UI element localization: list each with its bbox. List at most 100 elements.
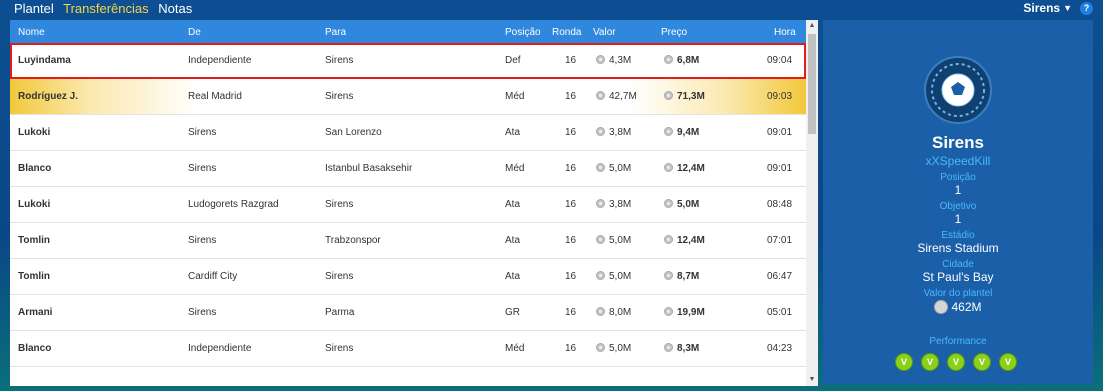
cell-posicao: Ata xyxy=(505,127,520,138)
cell-preco-text: 19,9M xyxy=(677,307,705,318)
cell-nome: Blanco xyxy=(18,163,51,174)
cell-para-text: Sirens xyxy=(325,271,354,282)
cell-para-text: Istanbul Basaksehir xyxy=(325,163,413,174)
valor-plantel-amount: 462M xyxy=(951,300,982,314)
scroll-thumb[interactable] xyxy=(808,34,816,134)
performance-win-badge: V xyxy=(973,353,991,371)
table-header: Nome De Para Posição Ronda Valor Preço H… xyxy=(10,20,806,43)
coin-icon xyxy=(664,163,673,172)
cell-posicao-text: Méd xyxy=(505,91,525,102)
cell-nome-text: Tomlin xyxy=(18,271,51,282)
cell-de-text: Sirens xyxy=(188,163,217,174)
cell-hora: 07:01 xyxy=(767,235,792,246)
cell-de-text: Independiente xyxy=(188,343,252,354)
table-row[interactable]: Luyindama Independiente Sirens Def 16 4,3M 6,8… xyxy=(10,43,806,79)
cell-para-text: San Lorenzo xyxy=(325,127,382,138)
help-icon[interactable]: ? xyxy=(1080,1,1093,15)
tab-notas[interactable]: Notas xyxy=(158,1,192,16)
cell-hora: 06:47 xyxy=(767,271,792,282)
header-de[interactable]: De xyxy=(188,27,201,38)
objetivo-label: Objetivo xyxy=(939,201,977,212)
table-row[interactable]: Rodríguez J. Real Madrid Sirens Méd 16 42,7M 7… xyxy=(10,79,806,115)
cell-posicao: GR xyxy=(505,307,520,318)
table-row[interactable]: Lukoki Ludogorets Razgrad Sirens Ata 16 3,8M 5… xyxy=(10,187,806,223)
cell-valor: 3,8M xyxy=(596,199,631,210)
cell-ronda-text: 16 xyxy=(565,55,577,66)
header-hora[interactable]: Hora xyxy=(774,27,796,38)
table-row[interactable]: Tomlin Cardiff City Sirens Ata 16 5,0M 8,7M 06:… xyxy=(10,259,806,295)
performance-win-badge: V xyxy=(999,353,1017,371)
header-posicao[interactable]: Posição xyxy=(505,27,541,38)
table-row[interactable]: Lukoki Sirens San Lorenzo Ata 16 3,8M 9,4M 09:0… xyxy=(10,115,806,151)
header-valor[interactable]: Valor xyxy=(593,27,616,38)
coin-icon xyxy=(664,235,673,244)
header-para[interactable]: Para xyxy=(325,27,346,38)
cell-posicao: Ata xyxy=(505,271,520,282)
table-row[interactable]: Blanco Independiente Sirens Méd 16 5,0M 8,3M 04… xyxy=(10,331,806,367)
scroll-up-arrow-icon[interactable]: ▲ xyxy=(806,20,818,32)
cell-valor-text: 5,0M xyxy=(609,163,632,174)
table-row[interactable]: Blanco Sirens Istanbul Basaksehir Méd 16 5,0M… xyxy=(10,151,806,187)
table-row[interactable]: Armani Sirens Parma GR 16 8,0M 19,9M 05:01 xyxy=(10,295,806,331)
cell-valor-text: 3,8M xyxy=(609,127,632,138)
header-nome[interactable]: Nome xyxy=(18,27,45,38)
cell-preco: 9,4M xyxy=(664,127,699,138)
transfers-table: Nome De Para Posição Ronda Valor Preço H… xyxy=(10,20,818,386)
header-preco[interactable]: Preço xyxy=(661,27,687,38)
cell-nome: Tomlin xyxy=(18,271,50,282)
header-ronda[interactable]: Ronda xyxy=(552,27,581,38)
cell-nome-text: Luyindama xyxy=(18,55,71,66)
cell-de: Independiente xyxy=(188,343,251,354)
cell-ronda: 16 xyxy=(565,127,576,138)
cell-preco: 8,3M xyxy=(664,343,699,354)
estadio-value: Sirens Stadium xyxy=(917,241,999,255)
performance-label: Performance xyxy=(929,336,987,347)
cell-hora-text: 08:48 xyxy=(767,199,793,210)
posicao-value: 1 xyxy=(954,183,962,197)
cell-preco-text: 9,4M xyxy=(677,127,700,138)
scroll-down-arrow-icon[interactable]: ▼ xyxy=(806,374,818,386)
tab-plantel[interactable]: Plantel xyxy=(14,1,54,16)
team-menu-label[interactable]: Sirens xyxy=(1023,1,1060,15)
cell-hora-text: 04:23 xyxy=(767,343,793,354)
cell-preco-text: 6,8M xyxy=(677,55,700,66)
table-scrollbar[interactable]: ▲ ▼ xyxy=(806,20,818,386)
cell-valor: 3,8M xyxy=(596,127,631,138)
coin-icon xyxy=(664,271,673,280)
manager-link[interactable]: xXSpeedKill xyxy=(823,154,1093,168)
performance-win-badge: V xyxy=(921,353,939,371)
tab-transferencias[interactable]: Transferências xyxy=(63,1,149,16)
caret-down-icon[interactable]: ▼ xyxy=(1063,3,1072,13)
table-row[interactable]: Tomlin Sirens Trabzonspor Ata 16 5,0M 12,4M 07:… xyxy=(10,223,806,259)
cell-posicao-text: Méd xyxy=(505,343,525,354)
coin-icon xyxy=(596,235,605,244)
cell-de-text: Independiente xyxy=(188,55,252,66)
cell-de-text: Cardiff City xyxy=(188,271,238,282)
coin-icon xyxy=(664,199,673,208)
cell-de: Cardiff City xyxy=(188,271,237,282)
cell-hora: 09:01 xyxy=(767,163,792,174)
cell-preco-text: 12,4M xyxy=(677,235,705,246)
cell-valor: 5,0M xyxy=(596,343,631,354)
posicao-label: Posição xyxy=(940,172,976,183)
cell-nome: Lukoki xyxy=(18,127,50,138)
cell-para: Sirens xyxy=(325,91,353,102)
cell-preco: 19,9M xyxy=(664,307,705,318)
top-bar: Plantel Transferências Notas Sirens ▼ ? xyxy=(0,0,1103,18)
cell-para-text: Sirens xyxy=(325,199,354,210)
cell-nome-text: Blanco xyxy=(18,163,52,174)
cell-de-text: Sirens xyxy=(188,307,217,318)
cell-posicao: Méd xyxy=(505,163,524,174)
cell-hora: 04:23 xyxy=(767,343,792,354)
coin-icon xyxy=(664,91,673,100)
cell-hora-text: 09:01 xyxy=(767,127,793,138)
cell-preco: 8,7M xyxy=(664,271,699,282)
cell-ronda: 16 xyxy=(565,163,576,174)
cell-para: Parma xyxy=(325,307,354,318)
cell-valor-text: 8,0M xyxy=(609,307,632,318)
cell-posicao: Ata xyxy=(505,235,520,246)
team-menu[interactable]: Sirens ▼ ? xyxy=(1023,1,1093,15)
cell-ronda: 16 xyxy=(565,199,576,210)
cell-nome-text: Lukoki xyxy=(18,127,51,138)
cell-valor-text: 5,0M xyxy=(609,343,632,354)
